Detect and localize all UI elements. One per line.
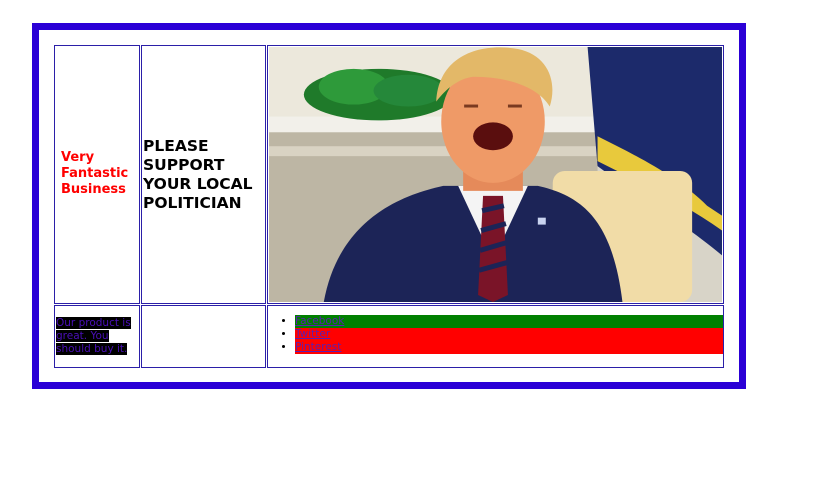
- politician-photo: [269, 47, 722, 302]
- slogan-cell: PLEASE SUPPORT YOUR LOCAL POLITICIAN: [141, 45, 266, 304]
- list-item-pinterest: Pinterest: [295, 341, 723, 354]
- empty-cell: [141, 305, 266, 368]
- social-links-list: Facebook Twitter Pinterest: [268, 315, 723, 354]
- product-cell: Our product is great. You should buy it.: [54, 305, 140, 368]
- pinterest-link[interactable]: Pinterest: [295, 341, 341, 353]
- twitter-link[interactable]: Twitter: [295, 328, 330, 340]
- product-text: Our product is great. You should buy it.: [56, 317, 140, 356]
- slogan-heading: PLEASE SUPPORT YOUR LOCAL POLITICIAN: [143, 137, 253, 212]
- page-frame: Very Fantastic Business PLEASE SUPPORT Y…: [32, 23, 746, 389]
- business-name: Very Fantastic Business: [61, 150, 129, 197]
- social-links-cell: Facebook Twitter Pinterest: [267, 305, 724, 368]
- facebook-link[interactable]: Facebook: [295, 315, 344, 327]
- list-item-twitter: Twitter: [295, 328, 723, 341]
- business-name-cell: Very Fantastic Business: [54, 45, 140, 304]
- list-item-facebook: Facebook: [295, 315, 723, 328]
- photo-cell: [267, 45, 724, 304]
- product-text-highlight: Our product is great. You should buy it.: [56, 317, 131, 355]
